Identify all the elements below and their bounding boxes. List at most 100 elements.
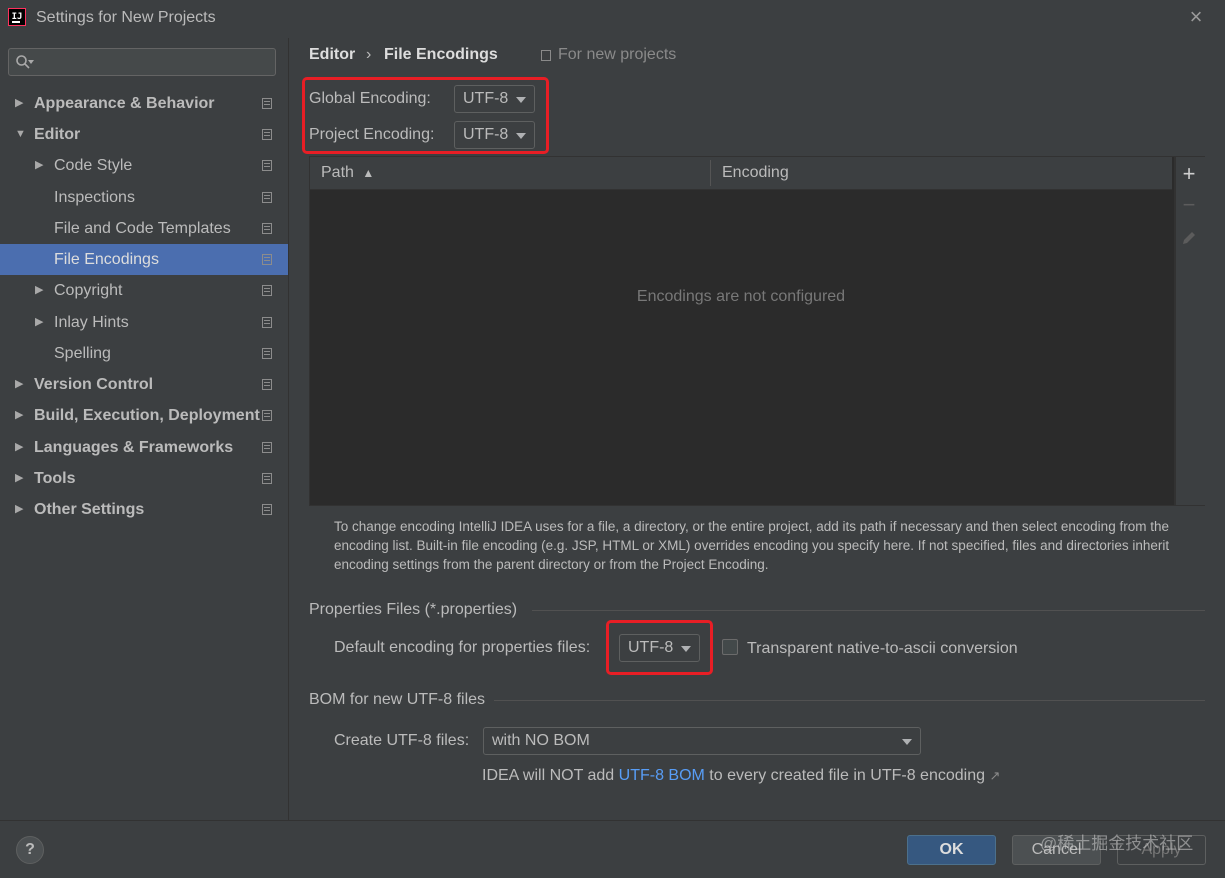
chevron-right-icon[interactable]: ▶: [35, 150, 47, 181]
chevron-down-icon: [681, 646, 691, 652]
project-settings-icon: [262, 504, 272, 515]
project-settings-icon: [262, 223, 272, 234]
project-settings-icon: [262, 379, 272, 390]
utf8-bom-link[interactable]: UTF-8 BOM: [619, 767, 705, 784]
sidebar-item[interactable]: ▶ Build, Execution, Deployment: [0, 400, 288, 431]
sidebar-item-label: Spelling: [54, 345, 111, 362]
ok-button[interactable]: OK: [907, 835, 996, 865]
project-settings-icon: [262, 254, 272, 265]
chevron-right-icon[interactable]: ▶: [15, 432, 27, 463]
path-encoding-table[interactable]: [309, 156, 1175, 506]
search-options-chevron-icon[interactable]: [28, 60, 34, 64]
project-settings-icon: [262, 348, 272, 359]
column-header-path[interactable]: Path ▲: [321, 157, 374, 189]
sidebar-item[interactable]: ▶ Inlay Hints: [0, 307, 288, 338]
properties-default-label: Default encoding for properties files:: [334, 639, 591, 656]
properties-section-divider: [532, 610, 1205, 611]
project-settings-icon: [262, 317, 272, 328]
chevron-right-icon[interactable]: ▶: [15, 494, 27, 525]
sidebar-item[interactable]: ▶ Languages & Frameworks: [0, 432, 288, 463]
sidebar-item-label: Tools: [34, 470, 76, 487]
global-encoding-value: UTF-8: [463, 90, 509, 107]
column-divider[interactable]: [710, 160, 711, 186]
properties-encoding-value: UTF-8: [628, 639, 674, 656]
bom-section-divider: [494, 700, 1205, 701]
sidebar-item-label: Appearance & Behavior: [34, 95, 215, 112]
breadcrumb-current: File Encodings: [384, 46, 498, 63]
sidebar-item[interactable]: Inspections: [0, 182, 288, 213]
add-icon[interactable]: +: [1179, 163, 1199, 185]
search-input[interactable]: [8, 48, 276, 76]
scope-label: For new projects: [558, 46, 677, 63]
sidebar-item-label: Inlay Hints: [54, 314, 129, 331]
sidebar-item[interactable]: ▶ Other Settings: [0, 494, 288, 525]
edit-icon[interactable]: [1181, 230, 1197, 246]
window-title: Settings for New Projects: [36, 9, 216, 26]
chevron-right-icon[interactable]: ▶: [15, 463, 27, 494]
remove-icon[interactable]: −: [1179, 194, 1199, 216]
global-encoding-label: Global Encoding:: [309, 90, 431, 107]
sidebar-item-label: File Encodings: [54, 251, 159, 268]
sidebar-item[interactable]: ▶ Code Style: [0, 150, 288, 181]
sidebar-item-label: Other Settings: [34, 501, 145, 518]
project-encoding-select[interactable]: UTF-8: [454, 121, 535, 149]
table-empty-text: Encodings are not configured: [636, 288, 846, 305]
sidebar-item[interactable]: ▶ Version Control: [0, 369, 288, 400]
encoding-help-text: To change encoding IntelliJ IDEA uses fo…: [334, 519, 1170, 572]
sidebar-item-label: Languages & Frameworks: [34, 439, 234, 456]
chevron-down-icon[interactable]: ▼: [15, 119, 27, 150]
chevron-right-icon[interactable]: ▶: [35, 275, 47, 306]
project-settings-icon: [262, 442, 272, 453]
project-settings-icon: [262, 410, 272, 421]
sort-ascending-icon: ▲: [362, 166, 375, 180]
project-encoding-value: UTF-8: [463, 126, 509, 143]
chevron-right-icon[interactable]: ▶: [15, 369, 27, 400]
intellij-app-icon: IJ: [8, 8, 26, 26]
project-settings-icon: [262, 98, 272, 109]
app-icon-text: IJ: [11, 12, 23, 22]
sidebar-item[interactable]: Spelling: [0, 338, 288, 369]
sidebar-item[interactable]: File and Code Templates: [0, 213, 288, 244]
external-link-icon[interactable]: ↗: [989, 768, 1000, 783]
sidebar-item[interactable]: ▼ Editor: [0, 119, 288, 150]
sidebar-item[interactable]: ▶ Copyright: [0, 275, 288, 306]
transparent-conversion-label[interactable]: Transparent native-to-ascii conversion: [747, 640, 1018, 658]
project-settings-icon: [262, 129, 272, 140]
chevron-right-icon[interactable]: ▶: [15, 400, 27, 431]
chevron-right-icon[interactable]: ▶: [15, 88, 27, 119]
sidebar-item-label: Editor: [34, 126, 81, 143]
bom-note-suffix: to every created file in UTF-8 encoding: [704, 767, 985, 784]
global-encoding-select[interactable]: UTF-8: [454, 85, 535, 113]
sidebar-item-label: File and Code Templates: [54, 220, 231, 237]
column-header-encoding[interactable]: Encoding: [722, 157, 789, 189]
breadcrumb-parent[interactable]: Editor: [309, 46, 355, 64]
help-button[interactable]: ?: [16, 836, 44, 864]
project-encoding-label: Project Encoding:: [309, 126, 435, 143]
sidebar-item-label: Version Control: [34, 376, 154, 393]
project-settings-icon: [262, 160, 272, 171]
watermark: @稀土掘金技术社区: [1040, 834, 1194, 853]
properties-encoding-select[interactable]: UTF-8: [619, 634, 700, 662]
sidebar-item[interactable]: ▶ Tools: [0, 463, 288, 494]
chevron-down-icon: [902, 739, 912, 745]
bom-section-title: BOM for new UTF-8 files: [309, 691, 486, 708]
project-settings-icon: [262, 192, 272, 203]
chevron-down-icon: [516, 133, 526, 139]
sidebar-item-label: Code Style: [54, 157, 133, 174]
breadcrumb-separator: ›: [366, 46, 372, 63]
chevron-down-icon: [516, 97, 526, 103]
project-settings-icon: [262, 285, 272, 296]
bom-create-select[interactable]: with NO BOM: [483, 727, 921, 755]
transparent-conversion-checkbox[interactable]: [722, 639, 738, 655]
chevron-right-icon[interactable]: ▶: [35, 307, 47, 338]
sidebar-item[interactable]: File Encodings: [0, 244, 288, 275]
project-settings-icon: [262, 473, 272, 484]
close-icon[interactable]: ×: [1186, 6, 1206, 28]
bom-create-value: with NO BOM: [492, 732, 590, 749]
project-scope-icon: [541, 50, 551, 61]
sidebar-item-label: Copyright: [54, 282, 123, 299]
sidebar-item-label: Inspections: [54, 189, 135, 206]
bom-note: IDEA will NOT add UTF-8 BOM to every cre…: [482, 767, 1000, 785]
sidebar-item[interactable]: ▶ Appearance & Behavior: [0, 88, 288, 119]
properties-section-title: Properties Files (*.properties): [309, 601, 518, 618]
